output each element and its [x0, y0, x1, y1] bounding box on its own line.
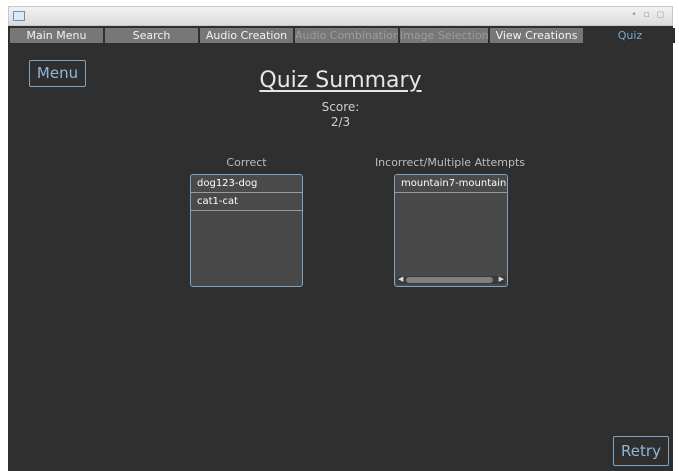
scrollbar-thumb[interactable] — [406, 277, 493, 283]
chevron-left-icon[interactable]: ◀ — [398, 275, 403, 283]
chevron-right-icon[interactable]: ▶ — [499, 275, 504, 283]
correct-label: Correct — [226, 156, 267, 169]
tab-main-menu[interactable]: Main Menu — [10, 28, 103, 43]
incorrect-list[interactable]: mountain7-mountain ◀ ▶ — [394, 174, 508, 287]
window-titlebar: • ▫ ◻ — [8, 6, 673, 26]
app-icon — [13, 11, 25, 21]
score-label: Score: — [321, 100, 360, 114]
tab-audio-creation[interactable]: Audio Creation — [200, 28, 293, 43]
incorrect-label: Incorrect/Multiple Attempts — [374, 156, 526, 169]
page-title: Quiz Summary — [259, 68, 422, 93]
score-value: 2/3 — [330, 115, 351, 129]
tab-audio-combination: Audio Combination — [295, 28, 398, 43]
horizontal-scrollbar[interactable]: ◀ ▶ — [397, 275, 505, 284]
list-item[interactable]: cat1-cat — [191, 193, 302, 211]
retry-button[interactable]: Retry — [613, 436, 669, 466]
list-item[interactable]: dog123-dog — [191, 175, 302, 193]
tab-image-selection: Image Selection — [400, 28, 488, 43]
app-window: Main Menu Search Audio Creation Audio Co… — [8, 26, 675, 471]
tab-quiz[interactable]: Quiz — [585, 28, 675, 43]
correct-list[interactable]: dog123-dog cat1-cat — [190, 174, 303, 287]
tab-bar: Main Menu Search Audio Creation Audio Co… — [10, 28, 675, 43]
list-item[interactable]: mountain7-mountain — [395, 175, 507, 193]
window-controls[interactable]: • ▫ ◻ — [631, 10, 666, 20]
tab-view-creations[interactable]: View Creations — [490, 28, 583, 43]
tab-search[interactable]: Search — [105, 28, 198, 43]
